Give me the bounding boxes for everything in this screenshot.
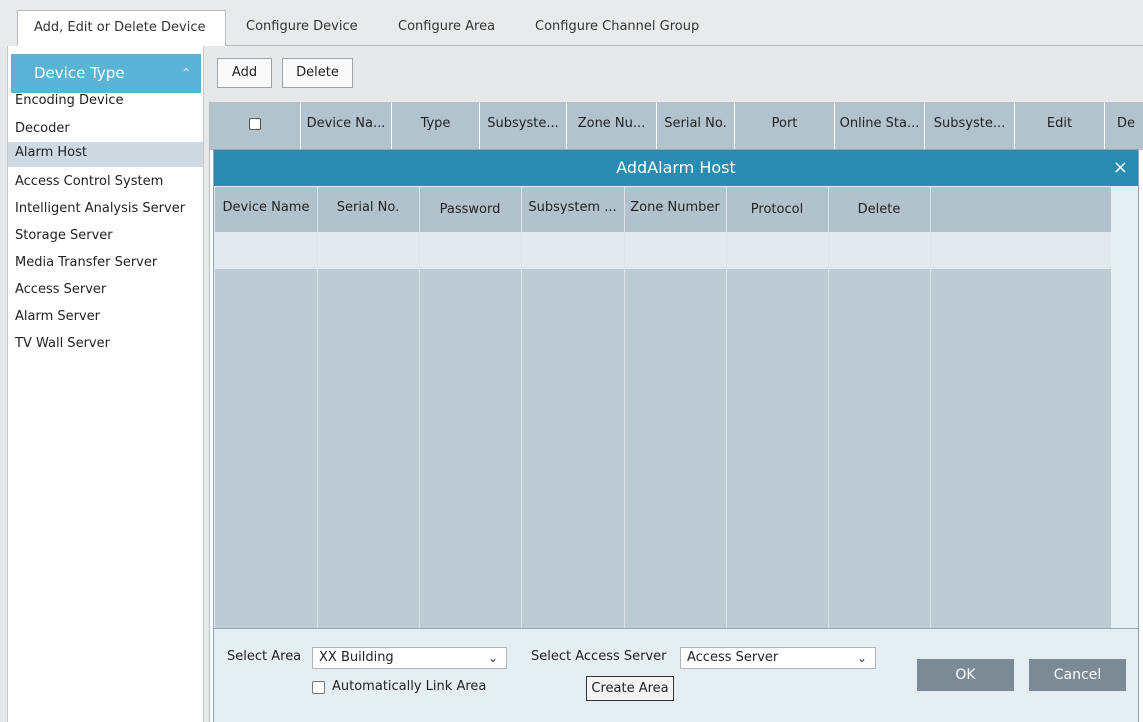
delete-button[interactable]: Delete (282, 58, 353, 88)
column-divider (419, 187, 420, 628)
column-divider (726, 187, 727, 628)
sidebar-item-alarm-host[interactable]: Alarm Host (8, 142, 203, 167)
cancel-button[interactable]: Cancel (1029, 659, 1126, 691)
col-password[interactable]: Password (419, 187, 521, 232)
col-delete[interactable]: De (1105, 102, 1143, 150)
dialog-title: AddAlarm Host (616, 158, 736, 177)
tab-bar: Add, Edit or Delete Device Configure Dev… (0, 0, 1143, 46)
col-serial-no[interactable]: Serial No. (657, 102, 735, 150)
sidebar-item-access-control-system[interactable]: Access Control System (8, 167, 203, 195)
col-zone-number[interactable]: Zone Nu... (567, 102, 657, 150)
device-type-header-label: Device Type (34, 64, 125, 82)
dialog-divider (214, 628, 1138, 629)
col-port[interactable]: Port (735, 102, 835, 150)
alarm-host-table-header: Device Name Serial No. Password Subsyste… (215, 187, 1111, 232)
alarm-host-table: Device Name Serial No. Password Subsyste… (215, 187, 1111, 628)
close-icon[interactable]: × (1113, 150, 1128, 186)
device-table-header: Device Na... Type Subsyste... Zone Nu...… (210, 102, 1143, 150)
col-protocol[interactable]: Protocol (726, 187, 828, 232)
device-type-header[interactable]: Device Type ⌃ (11, 54, 201, 93)
select-area-label: Select Area (227, 649, 302, 664)
tab-add-edit-delete-device[interactable]: Add, Edit or Delete Device (17, 10, 226, 46)
auto-link-area-checkbox[interactable] (312, 681, 325, 694)
chevron-down-icon: ⌄ (856, 651, 867, 665)
auto-link-area-label: Automatically Link Area (332, 679, 487, 694)
col-delete[interactable]: Delete (828, 187, 930, 232)
create-area-button[interactable]: Create Area (586, 676, 674, 701)
device-type-sidebar: Device Type ⌃ Encoding Device Decoder Al… (7, 46, 204, 722)
sidebar-item-decoder[interactable]: Decoder (8, 115, 203, 142)
column-divider (521, 187, 522, 628)
sidebar-item-intelligent-analysis-server[interactable]: Intelligent Analysis Server (8, 195, 203, 222)
column-divider (828, 187, 829, 628)
chevron-up-icon: ⌃ (180, 66, 191, 80)
chevron-down-icon: ⌄ (487, 651, 498, 665)
select-area-dropdown[interactable]: XX Building ⌄ (312, 647, 507, 669)
tab-configure-channel-group[interactable]: Configure Channel Group (535, 10, 699, 46)
col-device-name[interactable]: Device Na... (301, 102, 392, 150)
ok-button[interactable]: OK (917, 659, 1014, 691)
add-button[interactable]: Add (217, 58, 272, 88)
sidebar-item-encoding-device[interactable]: Encoding Device (8, 93, 203, 115)
col-serial-no[interactable]: Serial No. (317, 187, 419, 232)
select-area-value: XX Building (319, 650, 394, 665)
select-access-server-value: Access Server (687, 650, 779, 665)
table-row[interactable] (215, 232, 1111, 270)
col-zone-number[interactable]: Zone Number (624, 187, 726, 232)
sidebar-item-alarm-server[interactable]: Alarm Server (8, 303, 203, 330)
select-all-cell (210, 102, 301, 150)
add-alarm-host-dialog: AddAlarm Host × Device Name Serial No. P… (213, 149, 1139, 722)
col-subsystem-2[interactable]: Subsyste... (925, 102, 1015, 150)
column-divider (317, 187, 318, 628)
sidebar-item-media-transfer-server[interactable]: Media Transfer Server (8, 249, 203, 276)
col-online-status[interactable]: Online Sta... (835, 102, 925, 150)
col-edit[interactable]: Edit (1015, 102, 1105, 150)
col-subsystem[interactable]: Subsyste... (480, 102, 567, 150)
dialog-title-bar: AddAlarm Host × (214, 150, 1138, 186)
select-access-server-dropdown[interactable]: Access Server ⌄ (680, 647, 876, 669)
sidebar-item-storage-server[interactable]: Storage Server (8, 222, 203, 249)
select-access-server-label: Select Access Server (531, 649, 667, 664)
column-divider (624, 187, 625, 628)
select-all-checkbox[interactable] (249, 117, 261, 130)
col-subsystem[interactable]: Subsystem ... (521, 187, 624, 232)
sidebar-item-tv-wall-server[interactable]: TV Wall Server (8, 330, 203, 357)
col-device-name[interactable]: Device Name (215, 187, 317, 232)
tab-configure-device[interactable]: Configure Device (246, 10, 358, 46)
tab-configure-area[interactable]: Configure Area (398, 10, 495, 46)
col-type[interactable]: Type (392, 102, 480, 150)
column-divider (930, 187, 931, 628)
sidebar-item-access-server[interactable]: Access Server (8, 276, 203, 303)
tab-divider (226, 45, 1143, 46)
